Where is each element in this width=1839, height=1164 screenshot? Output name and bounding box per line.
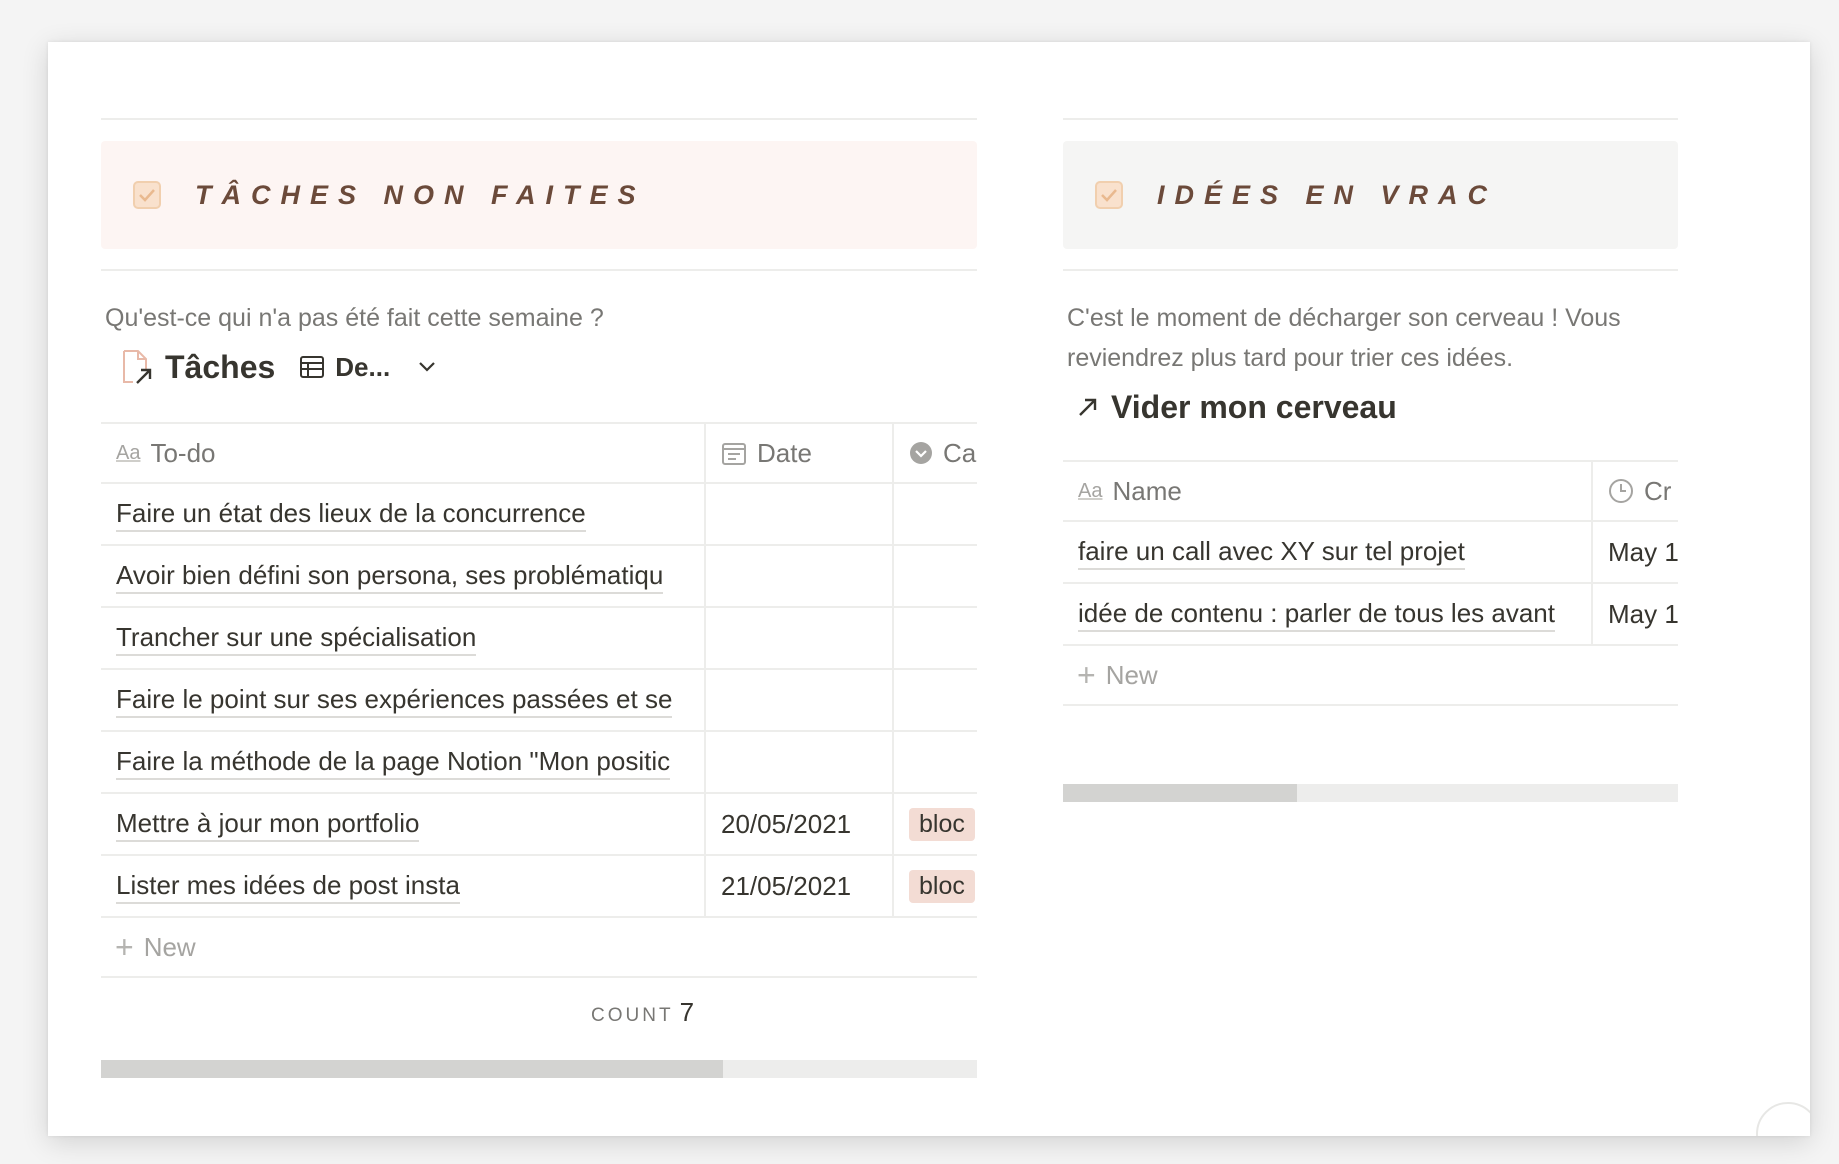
- database-title[interactable]: Tâches: [165, 349, 275, 386]
- todo-text[interactable]: Lister mes idées de post insta: [116, 869, 460, 904]
- category-cell[interactable]: bloc: [892, 794, 977, 854]
- category-cell[interactable]: [892, 546, 977, 606]
- arrow-up-right-icon[interactable]: [1077, 396, 1099, 418]
- database-header: Vider mon cerveau: [1077, 382, 1397, 432]
- todo-text[interactable]: Avoir bien défini son persona, ses probl…: [116, 559, 664, 594]
- divider: [101, 118, 977, 120]
- divider: [1063, 269, 1678, 271]
- table-row[interactable]: Mettre à jour mon portfolio 20/05/2021 blo…: [101, 794, 977, 856]
- view-selector-label[interactable]: De...: [335, 352, 390, 383]
- date-cell[interactable]: 21/05/2021: [704, 856, 892, 916]
- callout-taches-non-faites[interactable]: TÂCHES NON FAITES: [101, 141, 977, 249]
- horizontal-scrollbar[interactable]: [1063, 784, 1678, 802]
- todo-cell[interactable]: Faire le point sur ses expériences passé…: [101, 670, 704, 730]
- date-cell[interactable]: [704, 484, 892, 544]
- ideas-table: Aa Name Cr faire un call avec XY sur tel…: [1063, 460, 1678, 706]
- todo-text[interactable]: Trancher sur une spécialisation: [116, 621, 477, 656]
- todo-text[interactable]: Faire le point sur ses expériences passé…: [116, 683, 673, 718]
- select-property-icon: [909, 441, 933, 465]
- plus-icon: +: [115, 929, 134, 965]
- table-row[interactable]: Lister mes idées de post insta 21/05/2021…: [101, 856, 977, 918]
- table-row[interactable]: Avoir bien défini son persona, ses probl…: [101, 546, 977, 608]
- todo-cell[interactable]: Faire un état des lieux de la concurrenc…: [101, 484, 704, 544]
- date-cell[interactable]: [704, 546, 892, 606]
- todo-text[interactable]: Faire la méthode de la page Notion "Mon …: [116, 745, 671, 780]
- category-tag: bloc: [909, 869, 975, 903]
- todo-cell[interactable]: Lister mes idées de post insta: [101, 856, 704, 916]
- table-row[interactable]: Faire un état des lieux de la concurrenc…: [101, 484, 977, 546]
- todo-cell[interactable]: Mettre à jour mon portfolio: [101, 794, 704, 854]
- date-cell[interactable]: [704, 670, 892, 730]
- scrollbar-thumb[interactable]: [1063, 784, 1297, 802]
- plus-icon: +: [1077, 657, 1096, 693]
- date-value: 20/05/2021: [721, 808, 852, 839]
- text-property-icon: Aa: [1078, 479, 1103, 502]
- callout-title: IDÉES EN VRAC: [1157, 179, 1498, 210]
- table-row[interactable]: Faire le point sur ses expériences passé…: [101, 670, 977, 732]
- name-text[interactable]: faire un call avec XY sur tel projet: [1078, 535, 1465, 570]
- checkbox-icon: [133, 181, 161, 209]
- count-footer[interactable]: COUNT 7: [591, 997, 694, 1028]
- database-title[interactable]: Vider mon cerveau: [1111, 389, 1397, 426]
- category-cell[interactable]: [892, 608, 977, 668]
- linked-page-icon[interactable]: [121, 349, 153, 385]
- date-cell[interactable]: [704, 608, 892, 668]
- name-cell[interactable]: faire un call avec XY sur tel projet: [1063, 522, 1591, 582]
- left-column: TÂCHES NON FAITES Qu'est-ce qui n'a pas …: [101, 42, 977, 1136]
- name-cell[interactable]: idée de contenu : parler de tous les ava…: [1063, 584, 1591, 644]
- checkbox-icon: [1095, 181, 1123, 209]
- created-cell[interactable]: May 1: [1591, 584, 1678, 644]
- table-row[interactable]: Faire la méthode de la page Notion "Mon …: [101, 732, 977, 794]
- created-value: May 1: [1608, 598, 1678, 629]
- clock-icon: [1608, 478, 1634, 504]
- column-header-date[interactable]: Date: [704, 424, 892, 482]
- created-cell[interactable]: May 1: [1591, 522, 1678, 582]
- todo-text[interactable]: Faire un état des lieux de la concurrenc…: [116, 497, 586, 532]
- divider: [101, 269, 977, 271]
- date-value: 21/05/2021: [721, 870, 852, 901]
- column-header-name[interactable]: Aa Name: [1063, 462, 1591, 520]
- table-row[interactable]: faire un call avec XY sur tel projet May …: [1063, 522, 1678, 584]
- chevron-down-icon[interactable]: [418, 361, 436, 373]
- table-row[interactable]: Trancher sur une spécialisation: [101, 608, 977, 670]
- section-description: Qu'est-ce qui n'a pas été fait cette sem…: [105, 304, 604, 332]
- scrollbar-thumb[interactable]: [101, 1060, 723, 1078]
- category-tag: bloc: [909, 807, 975, 841]
- table-header-row: Aa Name Cr: [1063, 460, 1678, 522]
- notion-page: TÂCHES NON FAITES Qu'est-ce qui n'a pas …: [48, 42, 1810, 1136]
- section-description: C'est le moment de décharger son cerveau…: [1067, 304, 1621, 372]
- table-row[interactable]: idée de contenu : parler de tous les ava…: [1063, 584, 1678, 646]
- todo-text[interactable]: Mettre à jour mon portfolio: [116, 807, 420, 842]
- callout-title: TÂCHES NON FAITES: [195, 179, 646, 210]
- todo-cell[interactable]: Avoir bien défini son persona, ses probl…: [101, 546, 704, 606]
- database-header: Tâches De...: [121, 342, 436, 392]
- right-column: IDÉES EN VRAC C'est le moment de décharg…: [1063, 42, 1678, 1136]
- text-property-icon: Aa: [116, 441, 141, 464]
- new-row-button[interactable]: + New: [101, 918, 977, 978]
- date-cell[interactable]: 20/05/2021: [704, 794, 892, 854]
- category-cell[interactable]: [892, 484, 977, 544]
- category-cell[interactable]: [892, 732, 977, 792]
- divider: [1063, 118, 1678, 120]
- horizontal-scrollbar[interactable]: [101, 1060, 977, 1078]
- table-body: faire un call avec XY sur tel projet May …: [1063, 522, 1678, 646]
- todo-cell[interactable]: Trancher sur une spécialisation: [101, 608, 704, 668]
- column-header-created[interactable]: Cr: [1591, 462, 1678, 520]
- new-row-button[interactable]: + New: [1063, 646, 1678, 706]
- todo-cell[interactable]: Faire la méthode de la page Notion "Mon …: [101, 732, 704, 792]
- column-header-todo[interactable]: Aa To-do: [101, 424, 704, 482]
- tasks-table: Aa To-do Date Ca Faire un état des lieux…: [101, 422, 977, 978]
- category-cell[interactable]: bloc: [892, 856, 977, 916]
- name-text[interactable]: idée de contenu : parler de tous les ava…: [1078, 597, 1555, 632]
- category-cell[interactable]: [892, 670, 977, 730]
- table-header-row: Aa To-do Date Ca: [101, 422, 977, 484]
- table-body: Faire un état des lieux de la concurrenc…: [101, 484, 977, 918]
- table-view-icon[interactable]: [299, 354, 325, 380]
- calendar-icon: [721, 440, 747, 466]
- callout-idees-en-vrac[interactable]: IDÉES EN VRAC: [1063, 141, 1678, 249]
- column-header-category[interactable]: Ca: [892, 424, 977, 482]
- created-value: May 1: [1608, 536, 1678, 567]
- help-button[interactable]: [1756, 1102, 1810, 1136]
- date-cell[interactable]: [704, 732, 892, 792]
